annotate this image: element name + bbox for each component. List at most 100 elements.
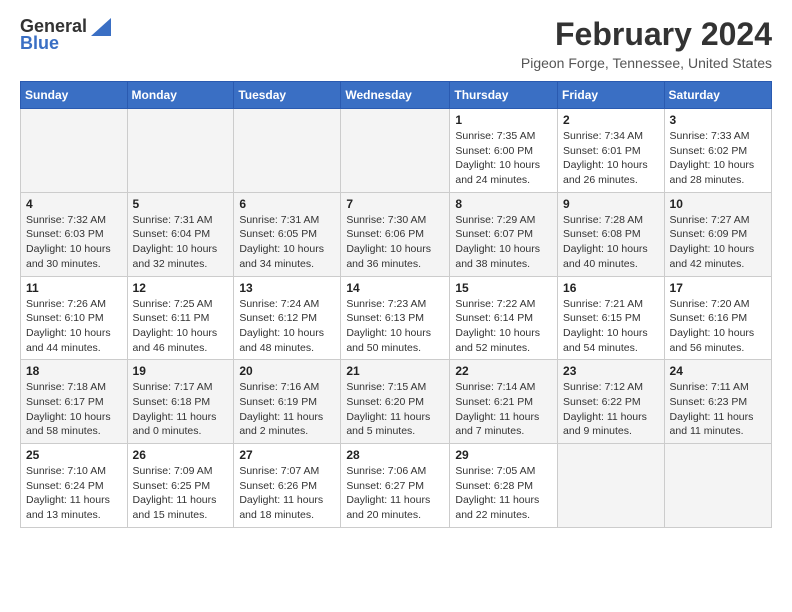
calendar-cell [558, 444, 665, 528]
day-number: 1 [455, 113, 552, 127]
day-info: Sunrise: 7:32 AM Sunset: 6:03 PM Dayligh… [26, 213, 122, 272]
day-info: Sunrise: 7:17 AM Sunset: 6:18 PM Dayligh… [133, 380, 229, 439]
day-number: 21 [346, 364, 444, 378]
day-info: Sunrise: 7:05 AM Sunset: 6:28 PM Dayligh… [455, 464, 552, 523]
day-number: 16 [563, 281, 659, 295]
calendar-header: SundayMondayTuesdayWednesdayThursdayFrid… [21, 82, 772, 109]
calendar-cell: 2 Sunrise: 7:34 AM Sunset: 6:01 PM Daylig… [558, 109, 665, 193]
day-number: 19 [133, 364, 229, 378]
day-info: Sunrise: 7:18 AM Sunset: 6:17 PM Dayligh… [26, 380, 122, 439]
day-info: Sunrise: 7:25 AM Sunset: 6:11 PM Dayligh… [133, 297, 229, 356]
calendar-cell: 28Sunrise: 7:06 AM Sunset: 6:27 PM Dayli… [341, 444, 450, 528]
calendar-cell: 10 Sunrise: 7:27 AM Sunset: 6:09 PM Dayli… [664, 192, 771, 276]
day-number: 2 [563, 113, 659, 127]
month-year: February 2024 [521, 16, 772, 53]
calendar-cell: 9 Sunrise: 7:28 AM Sunset: 6:08 PM Daylig… [558, 192, 665, 276]
day-info: Sunrise: 7:29 AM Sunset: 6:07 PM Dayligh… [455, 213, 552, 272]
week-row-4: 25 Sunrise: 7:10 AM Sunset: 6:24 PM Dayli… [21, 444, 772, 528]
day-number: 22 [455, 364, 552, 378]
location: Pigeon Forge, Tennessee, United States [521, 55, 772, 71]
day-number: 15 [455, 281, 552, 295]
logo: General Blue [20, 16, 111, 54]
calendar-cell: 15 Sunrise: 7:22 AM Sunset: 6:14 PM Dayli… [450, 276, 558, 360]
day-number: 10 [670, 197, 766, 211]
day-number: 17 [670, 281, 766, 295]
day-number: 13 [239, 281, 335, 295]
day-info: Sunrise: 7:27 AM Sunset: 6:09 PM Dayligh… [670, 213, 766, 272]
day-info: Sunrise: 7:22 AM Sunset: 6:14 PM Dayligh… [455, 297, 552, 356]
day-info: Sunrise: 7:06 AM Sunset: 6:27 PM Dayligh… [346, 464, 444, 523]
day-info: Sunrise: 7:34 AM Sunset: 6:01 PM Dayligh… [563, 129, 659, 188]
day-info: Sunrise: 7:15 AM Sunset: 6:20 PM Dayligh… [346, 380, 444, 439]
header-monday: Monday [127, 82, 234, 109]
day-info: Sunrise: 7:24 AM Sunset: 6:12 PM Dayligh… [239, 297, 335, 356]
calendar-cell [664, 444, 771, 528]
calendar-cell: 22 Sunrise: 7:14 AM Sunset: 6:21 PM Dayli… [450, 360, 558, 444]
calendar-cell [127, 109, 234, 193]
calendar-cell: 23 Sunrise: 7:12 AM Sunset: 6:22 PM Dayli… [558, 360, 665, 444]
day-info: Sunrise: 7:31 AM Sunset: 6:04 PM Dayligh… [133, 213, 229, 272]
header-sunday: Sunday [21, 82, 128, 109]
calendar-cell: 11Sunrise: 7:26 AM Sunset: 6:10 PM Dayli… [21, 276, 128, 360]
calendar-cell: 16 Sunrise: 7:21 AM Sunset: 6:15 PM Dayli… [558, 276, 665, 360]
calendar-cell: 8 Sunrise: 7:29 AM Sunset: 6:07 PM Daylig… [450, 192, 558, 276]
day-number: 26 [133, 448, 229, 462]
day-info: Sunrise: 7:26 AM Sunset: 6:10 PM Dayligh… [26, 297, 122, 356]
day-info: Sunrise: 7:21 AM Sunset: 6:15 PM Dayligh… [563, 297, 659, 356]
day-info: Sunrise: 7:14 AM Sunset: 6:21 PM Dayligh… [455, 380, 552, 439]
calendar-cell: 7 Sunrise: 7:30 AM Sunset: 6:06 PM Daylig… [341, 192, 450, 276]
calendar-cell [341, 109, 450, 193]
calendar-cell: 13 Sunrise: 7:24 AM Sunset: 6:12 PM Dayli… [234, 276, 341, 360]
calendar-cell: 26 Sunrise: 7:09 AM Sunset: 6:25 PM Dayli… [127, 444, 234, 528]
calendar-cell: 24Sunrise: 7:11 AM Sunset: 6:23 PM Dayli… [664, 360, 771, 444]
day-info: Sunrise: 7:31 AM Sunset: 6:05 PM Dayligh… [239, 213, 335, 272]
day-info: Sunrise: 7:07 AM Sunset: 6:26 PM Dayligh… [239, 464, 335, 523]
header-friday: Friday [558, 82, 665, 109]
calendar-cell: 14 Sunrise: 7:23 AM Sunset: 6:13 PM Dayli… [341, 276, 450, 360]
calendar-cell: 20 Sunrise: 7:16 AM Sunset: 6:19 PM Dayli… [234, 360, 341, 444]
day-info: Sunrise: 7:28 AM Sunset: 6:08 PM Dayligh… [563, 213, 659, 272]
day-info: Sunrise: 7:12 AM Sunset: 6:22 PM Dayligh… [563, 380, 659, 439]
day-number: 4 [26, 197, 122, 211]
day-info: Sunrise: 7:35 AM Sunset: 6:00 PM Dayligh… [455, 129, 552, 188]
calendar-cell: 4 Sunrise: 7:32 AM Sunset: 6:03 PM Daylig… [21, 192, 128, 276]
calendar-cell: 29 Sunrise: 7:05 AM Sunset: 6:28 PM Dayli… [450, 444, 558, 528]
day-number: 7 [346, 197, 444, 211]
day-number: 5 [133, 197, 229, 211]
day-number: 25 [26, 448, 122, 462]
calendar-cell: 1 Sunrise: 7:35 AM Sunset: 6:00 PM Daylig… [450, 109, 558, 193]
day-number: 23 [563, 364, 659, 378]
header-thursday: Thursday [450, 82, 558, 109]
day-number: 27 [239, 448, 335, 462]
day-info: Sunrise: 7:20 AM Sunset: 6:16 PM Dayligh… [670, 297, 766, 356]
calendar-cell: 25 Sunrise: 7:10 AM Sunset: 6:24 PM Dayli… [21, 444, 128, 528]
day-number: 9 [563, 197, 659, 211]
day-number: 12 [133, 281, 229, 295]
day-number: 8 [455, 197, 552, 211]
calendar-cell: 18 Sunrise: 7:18 AM Sunset: 6:17 PM Dayli… [21, 360, 128, 444]
calendar-body: 1 Sunrise: 7:35 AM Sunset: 6:00 PM Daylig… [21, 109, 772, 528]
header-tuesday: Tuesday [234, 82, 341, 109]
day-number: 29 [455, 448, 552, 462]
day-number: 14 [346, 281, 444, 295]
day-info: Sunrise: 7:23 AM Sunset: 6:13 PM Dayligh… [346, 297, 444, 356]
day-info: Sunrise: 7:16 AM Sunset: 6:19 PM Dayligh… [239, 380, 335, 439]
day-info: Sunrise: 7:10 AM Sunset: 6:24 PM Dayligh… [26, 464, 122, 523]
calendar-cell: 21 Sunrise: 7:15 AM Sunset: 6:20 PM Dayli… [341, 360, 450, 444]
page-header: General Blue February 2024 Pigeon Forge,… [20, 16, 772, 71]
day-number: 18 [26, 364, 122, 378]
header-row: SundayMondayTuesdayWednesdayThursdayFrid… [21, 82, 772, 109]
day-info: Sunrise: 7:30 AM Sunset: 6:06 PM Dayligh… [346, 213, 444, 272]
day-number: 20 [239, 364, 335, 378]
calendar-table: SundayMondayTuesdayWednesdayThursdayFrid… [20, 81, 772, 528]
calendar-cell: 17 Sunrise: 7:20 AM Sunset: 6:16 PM Dayli… [664, 276, 771, 360]
day-info: Sunrise: 7:09 AM Sunset: 6:25 PM Dayligh… [133, 464, 229, 523]
calendar-cell: 5 Sunrise: 7:31 AM Sunset: 6:04 PM Daylig… [127, 192, 234, 276]
calendar-cell: 19 Sunrise: 7:17 AM Sunset: 6:18 PM Dayli… [127, 360, 234, 444]
calendar-cell: 3Sunrise: 7:33 AM Sunset: 6:02 PM Daylig… [664, 109, 771, 193]
calendar-cell [21, 109, 128, 193]
calendar-cell [234, 109, 341, 193]
calendar-title: February 2024 Pigeon Forge, Tennessee, U… [521, 16, 772, 71]
day-number: 3 [670, 113, 766, 127]
header-wednesday: Wednesday [341, 82, 450, 109]
